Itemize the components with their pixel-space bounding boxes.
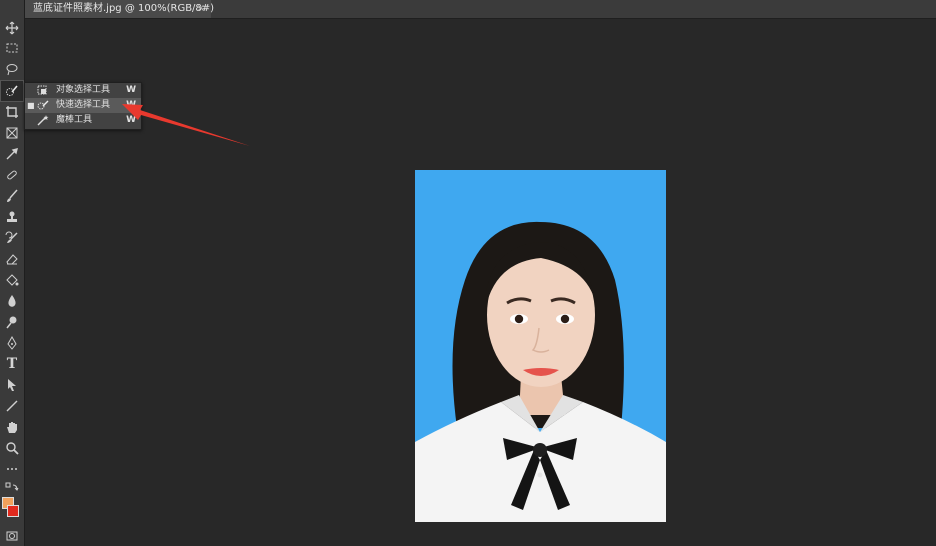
document-tab-bar: 蓝底证件照素材.jpg @ 100%(RGB/8#) × xyxy=(0,0,936,19)
swap-colors-icon[interactable] xyxy=(1,479,23,499)
eraser-tool-icon[interactable] xyxy=(1,249,23,269)
blur-tool-icon[interactable] xyxy=(1,291,23,311)
paint-bucket-tool-icon[interactable] xyxy=(1,270,23,290)
flyout-item-label: 快速选择工具 xyxy=(56,100,111,110)
lasso-tool-icon[interactable] xyxy=(1,59,23,79)
hand-tool-icon[interactable] xyxy=(1,417,23,437)
healing-brush-tool-icon[interactable] xyxy=(1,165,23,185)
quick-selection-icon xyxy=(37,100,49,110)
document-tab-title: 蓝底证件照素材.jpg @ 100%(RGB/8#) xyxy=(33,3,215,14)
close-icon[interactable]: × xyxy=(197,0,205,18)
eyedropper-tool-icon[interactable] xyxy=(1,144,23,164)
object-selection-icon xyxy=(37,85,47,95)
selected-marker: ■ xyxy=(27,101,35,110)
history-brush-tool-icon[interactable] xyxy=(1,228,23,248)
type-tool-icon[interactable]: T xyxy=(1,354,23,374)
zoom-tool-icon[interactable] xyxy=(1,438,23,458)
stamp-tool-icon[interactable] xyxy=(1,207,23,227)
pen-tool-icon[interactable] xyxy=(1,333,23,353)
dodge-tool-icon[interactable] xyxy=(1,312,23,332)
quick-select-tool-icon[interactable] xyxy=(0,80,24,102)
crop-tool-icon[interactable] xyxy=(1,102,23,122)
background-color-swatch[interactable] xyxy=(7,505,19,517)
flyout-item-label: 对象选择工具 xyxy=(56,85,111,95)
quick-mask-icon[interactable] xyxy=(1,526,23,546)
frame-tool-icon[interactable] xyxy=(1,123,23,143)
marquee-tool-icon[interactable] xyxy=(1,38,23,58)
move-tool-icon[interactable] xyxy=(1,18,23,38)
annotation-arrow xyxy=(122,104,250,146)
flyout-item-label: 魔棒工具 xyxy=(56,115,93,125)
tools-panel: T xyxy=(0,0,25,546)
magic-wand-icon xyxy=(37,115,49,126)
document-tab[interactable]: 蓝底证件照素材.jpg @ 100%(RGB/8#) × xyxy=(25,0,215,18)
path-selection-tool-icon[interactable] xyxy=(1,375,23,395)
brush-tool-icon[interactable] xyxy=(1,186,23,206)
line-tool-icon[interactable] xyxy=(1,396,23,416)
more-tools-icon[interactable] xyxy=(1,459,23,479)
id-photo-image xyxy=(415,170,666,522)
